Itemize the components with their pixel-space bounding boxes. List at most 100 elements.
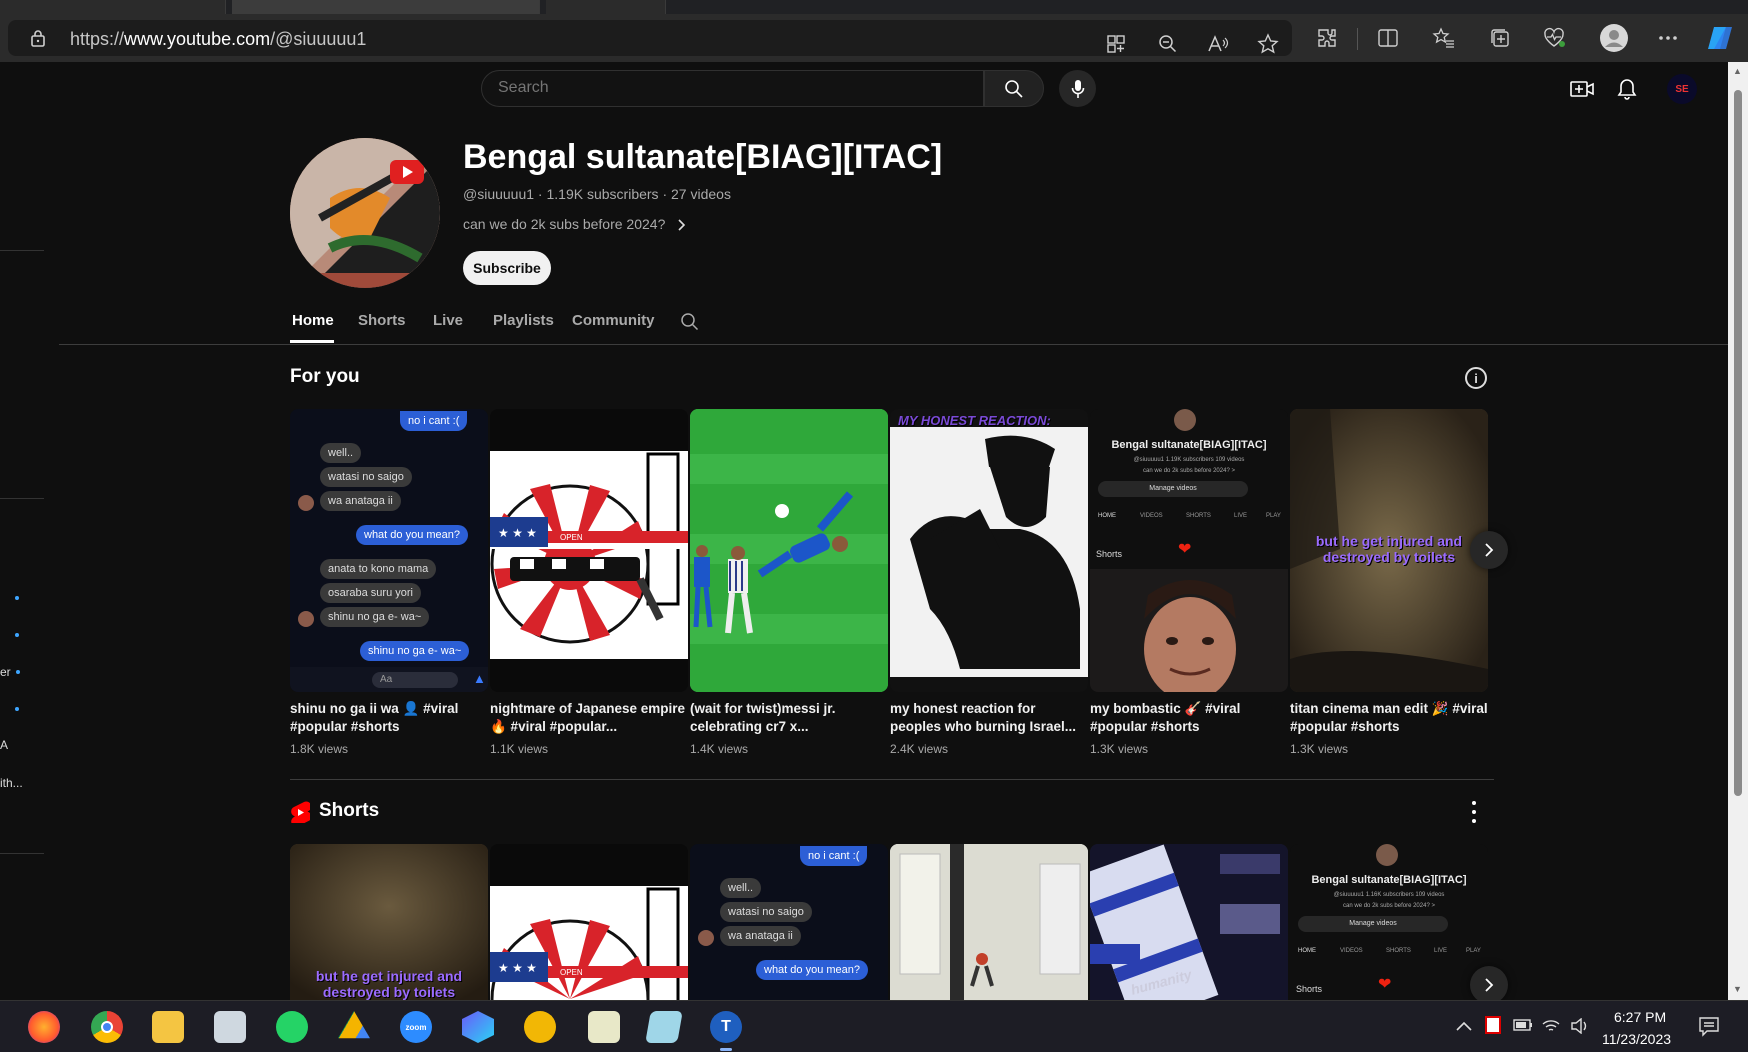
browser-tab[interactable] <box>546 0 666 14</box>
search-button[interactable] <box>984 70 1044 107</box>
settings-more-icon[interactable] <box>1654 24 1682 52</box>
file-explorer-icon[interactable] <box>152 1011 184 1043</box>
video-thumbnail[interactable]: no i cant :( well.. watasi no saigo wa a… <box>290 409 488 692</box>
short-thumbnail[interactable]: humanity <box>1090 844 1288 1000</box>
channel-avatar[interactable] <box>290 138 440 288</box>
video-thumbnail[interactable] <box>690 409 888 692</box>
page-scrollbar[interactable]: ▲ ▼ <box>1728 62 1748 1000</box>
mini-shorts-label: Shorts <box>1296 984 1323 994</box>
scroll-down-arrow[interactable]: ▼ <box>1733 984 1742 994</box>
short-thumbnail[interactable]: no i cant :( well.. watasi no saigo wa a… <box>690 844 888 1000</box>
lock-icon[interactable] <box>30 29 46 47</box>
tray-overflow-icon[interactable] <box>1456 1018 1472 1034</box>
video-thumbnail[interactable]: but he get injured and destroyed by toil… <box>1290 409 1488 692</box>
video-count: 27 videos <box>671 186 731 202</box>
chat-avatar <box>298 611 314 627</box>
wifi-icon[interactable] <box>1542 1018 1560 1037</box>
favorite-star-icon[interactable] <box>1254 30 1282 58</box>
app-available-icon[interactable] <box>1102 30 1130 58</box>
browser-tab[interactable] <box>0 0 226 14</box>
folder-app-icon[interactable] <box>645 1011 683 1043</box>
copilot-icon[interactable] <box>1706 24 1734 52</box>
short-thumbnail[interactable] <box>890 844 1088 1000</box>
read-aloud-icon[interactable] <box>1204 30 1232 58</box>
video-title[interactable]: shinu no ga ii wa 👤 #viral #popular #sho… <box>290 700 488 736</box>
short-thumbnail[interactable]: Bengal sultanate[BIAG][ITAC] @siuuuuu1 1… <box>1290 844 1488 1000</box>
video-title[interactable]: nightmare of Japanese empire 🔥 #viral #p… <box>490 700 688 736</box>
channel-search-icon[interactable] <box>680 312 700 332</box>
video-title[interactable]: my bombastic 🎸 #viral #popular #shorts <box>1090 700 1288 736</box>
chrome-icon[interactable] <box>91 1011 123 1043</box>
browser-essentials-icon[interactable] <box>1540 24 1568 52</box>
scrollbar-thumb[interactable] <box>1734 90 1742 796</box>
sidebar-item-fragment[interactable]: ith... <box>0 776 23 790</box>
tab-playlists[interactable]: Playlists <box>493 312 554 329</box>
mini-tab: SHORTS <box>1186 513 1211 519</box>
notifications-button[interactable] <box>1613 75 1641 103</box>
channel-description[interactable]: can we do 2k subs before 2024? <box>463 216 687 232</box>
video-thumbnail[interactable]: Bengal sultanate[BIAG][ITAC] @siuuuuu1 1… <box>1090 409 1288 692</box>
tab-shorts[interactable]: Shorts <box>358 312 406 329</box>
chevron-right-icon <box>1485 978 1494 992</box>
zoom-out-icon[interactable] <box>1154 30 1182 58</box>
address-bar[interactable]: https://www.youtube.com/@siuuuuu1 <box>8 20 1292 56</box>
profile-icon[interactable] <box>1598 22 1630 54</box>
meta-separator: · <box>658 186 672 202</box>
hex-app-icon[interactable] <box>462 1011 494 1043</box>
extensions-icon[interactable] <box>1313 24 1341 52</box>
section-divider <box>290 779 1494 780</box>
mini-tab: LIVE <box>1234 513 1248 519</box>
view-count: 1.8K views <box>290 742 349 756</box>
create-button[interactable] <box>1568 75 1596 103</box>
mini-channel-title: Bengal sultanate[BIAG][ITAC] <box>1311 874 1467 886</box>
tab-home[interactable]: Home <box>292 312 334 329</box>
sidebar-item-fragment[interactable]: er <box>0 665 11 679</box>
scroll-up-arrow[interactable]: ▲ <box>1733 66 1742 76</box>
short-thumbnail[interactable]: but he get injured and destroyed by toil… <box>290 844 488 1000</box>
video-thumbnail[interactable]: MY HONEST REACTION: <box>890 409 1088 692</box>
google-drive-icon[interactable] <box>338 1011 370 1039</box>
tab-community[interactable]: Community <box>572 312 655 329</box>
acrobat-tray-icon[interactable] <box>1485 1016 1501 1034</box>
search-box[interactable] <box>481 70 984 107</box>
subscribe-button[interactable]: Subscribe <box>463 251 551 285</box>
t-app-icon[interactable]: T <box>710 1011 742 1043</box>
zoom-icon[interactable]: zoom <box>400 1011 432 1043</box>
browser-tab-active[interactable] <box>232 0 540 14</box>
voice-search-button[interactable] <box>1059 70 1096 107</box>
battery-icon[interactable] <box>1513 1018 1533 1034</box>
video-title[interactable]: my honest reaction for peoples who burni… <box>890 700 1088 736</box>
split-screen-icon[interactable] <box>1374 24 1402 52</box>
video-title[interactable]: (wait for twist)messi jr. celebrating cr… <box>690 700 888 736</box>
live-dot <box>15 596 19 600</box>
football-image <box>690 409 888 692</box>
whatsapp-icon[interactable] <box>276 1011 308 1043</box>
account-avatar[interactable]: SE <box>1667 74 1697 104</box>
video-title[interactable]: titan cinema man edit 🎉 #viral #popular … <box>1290 700 1488 736</box>
search-input[interactable] <box>498 79 958 97</box>
keyboard-app-icon[interactable] <box>214 1011 246 1043</box>
carousel-next-button[interactable] <box>1470 966 1508 1004</box>
medal-app-icon[interactable] <box>524 1011 556 1043</box>
sidebar-item-fragment[interactable]: A <box>0 738 8 752</box>
url-text[interactable]: https://www.youtube.com/@siuuuuu1 <box>70 29 366 50</box>
clock-time[interactable]: 6:27 PM <box>1614 1009 1666 1025</box>
chat-bubble: no i cant :( <box>800 846 868 866</box>
notification-center-icon[interactable] <box>1698 1016 1720 1041</box>
clock-date[interactable]: 11/23/2023 <box>1602 1031 1671 1047</box>
firefox-icon[interactable] <box>28 1011 60 1043</box>
volume-icon[interactable] <box>1571 1017 1589 1037</box>
tab-live[interactable]: Live <box>433 312 463 329</box>
mini-tab: PLAY <box>1466 948 1481 954</box>
collections-icon[interactable] <box>1486 24 1514 52</box>
video-thumbnail[interactable]: ★ ★ ★ OPEN <box>490 409 688 692</box>
countryball-image: ★ ★ ★ <box>490 451 688 659</box>
carousel-next-button[interactable] <box>1470 531 1508 569</box>
more-options-icon[interactable] <box>1467 801 1481 823</box>
notepad-app-icon[interactable] <box>588 1011 620 1043</box>
sidebar-divider <box>0 853 44 854</box>
tabs-divider <box>59 344 1728 345</box>
info-icon[interactable]: i <box>1465 367 1487 389</box>
favorites-icon[interactable] <box>1430 24 1458 52</box>
short-thumbnail[interactable]: ★ ★ ★ OPEN <box>490 844 688 1000</box>
